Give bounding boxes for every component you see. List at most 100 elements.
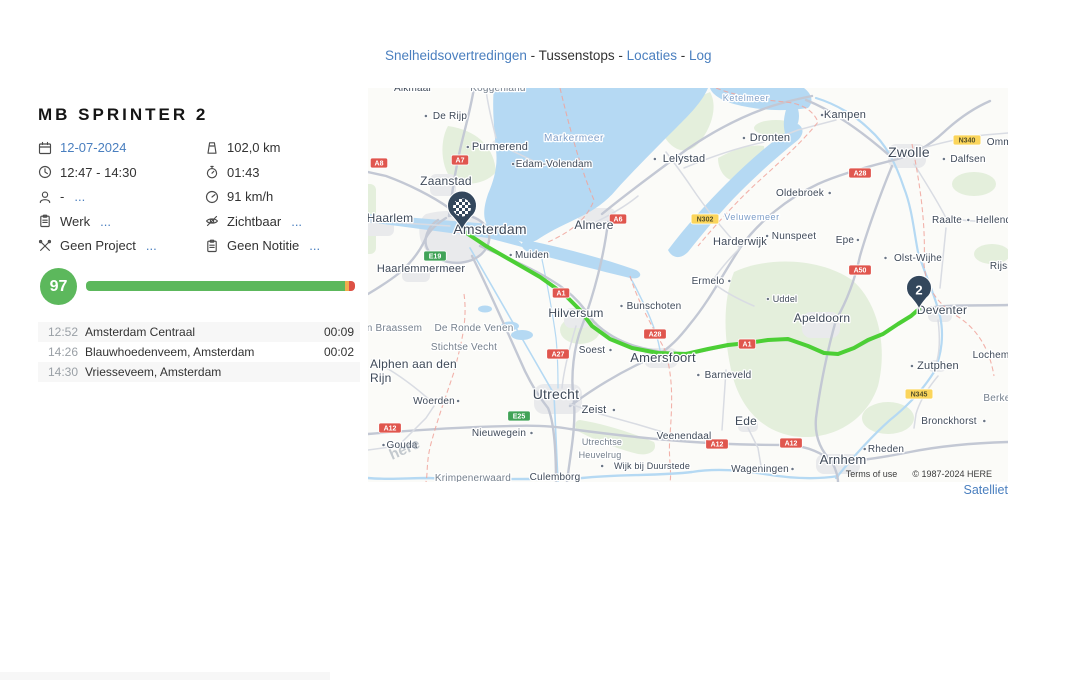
road-badge-E25: E25 bbox=[508, 411, 531, 421]
svg-text:E25: E25 bbox=[513, 414, 526, 421]
place-label-kaag-en-braassem: Kaag en Braassem bbox=[368, 323, 422, 334]
driver-value: - bbox=[60, 189, 64, 204]
svg-text:A28: A28 bbox=[649, 332, 662, 339]
driver-edit-link[interactable]: ... bbox=[74, 189, 85, 204]
map-canvas[interactable]: A8A7A6E19A1A27A28E25A12A1A12A12A28A50N30… bbox=[368, 88, 1008, 482]
road-badge-A1: A1 bbox=[738, 339, 755, 349]
nav-separator: - bbox=[527, 48, 539, 63]
place-label-stichtse-vecht: Stichtse Vecht bbox=[431, 342, 497, 353]
road-badge-A12: A12 bbox=[379, 423, 402, 433]
place-label-utrecht: Utrecht bbox=[533, 386, 580, 402]
place-label-nieuwegein: Nieuwegein bbox=[472, 428, 526, 439]
stop-row[interactable]: 14:30Vriesseveem, Amsterdam bbox=[38, 362, 360, 382]
duration-field: 01:43 bbox=[205, 165, 368, 180]
stop-loc: Amsterdam Centraal bbox=[85, 325, 320, 339]
score-badge: 97 bbox=[40, 268, 77, 305]
note-value: Geen Notitie bbox=[227, 238, 299, 253]
terms-of-use-link[interactable]: Terms of use bbox=[846, 469, 898, 479]
bottom-strip bbox=[0, 672, 330, 680]
category-field: Werk... bbox=[38, 214, 205, 229]
stop-time: 12:52 bbox=[38, 325, 85, 339]
place-label-culemborg: Culemborg bbox=[530, 472, 581, 482]
road-badge-N340: N340 bbox=[953, 135, 981, 145]
place-label-dalfsen: Dalfsen bbox=[950, 154, 985, 165]
place-label-alkmaar: Alkmaar bbox=[394, 88, 433, 94]
svg-text:2: 2 bbox=[915, 283, 922, 298]
road-badge-E19: E19 bbox=[424, 251, 447, 261]
road-badge-A50: A50 bbox=[849, 265, 872, 275]
stop-row[interactable]: 12:52Amsterdam Centraal00:09 bbox=[38, 322, 360, 342]
date-link[interactable]: 12-07-2024 bbox=[60, 140, 127, 155]
svg-text:E19: E19 bbox=[429, 254, 442, 261]
tools-icon bbox=[38, 239, 52, 253]
road-badge-A28: A28 bbox=[849, 168, 872, 178]
nav-item-log[interactable]: Log bbox=[689, 48, 712, 63]
map-copyright: © 1987-2024 HERE bbox=[912, 469, 992, 479]
place-label-wageningen: Wageningen bbox=[731, 464, 789, 475]
project-edit-link[interactable]: ... bbox=[146, 238, 157, 253]
project-field: Geen Project... bbox=[38, 238, 205, 253]
svg-text:A27: A27 bbox=[552, 352, 565, 359]
place-label-rheden: Rheden bbox=[868, 444, 904, 455]
place-label-rijssen: Rijssen bbox=[990, 261, 1008, 272]
user-icon bbox=[38, 190, 52, 204]
place-label-lelystad: Lelystad bbox=[663, 153, 706, 165]
place-label-de-rijp: De Rijp bbox=[433, 111, 467, 122]
clock-icon bbox=[38, 165, 52, 179]
road-badge-A7: A7 bbox=[451, 155, 468, 165]
water-label-ketelmeer: Ketelmeer bbox=[723, 93, 769, 103]
road-badge-A27: A27 bbox=[547, 349, 570, 359]
place-label-ede: Ede bbox=[735, 414, 757, 428]
road-badge-N302: N302 bbox=[691, 214, 719, 224]
stop-dur: 00:02 bbox=[320, 345, 360, 359]
trip-tabs-nav: Snelheidsovertredingen - Tussenstops - L… bbox=[385, 48, 712, 63]
bar-segment-red bbox=[349, 281, 355, 291]
road-badge-A12: A12 bbox=[780, 438, 803, 448]
svg-text:A28: A28 bbox=[854, 171, 867, 178]
svg-text:A12: A12 bbox=[785, 441, 798, 448]
place-label-raalte: Raalte bbox=[932, 215, 962, 226]
place-label-haarlem: Haarlem bbox=[368, 211, 413, 225]
place-label-bronckhorst: Bronckhorst bbox=[921, 416, 977, 427]
place-label-heuvelrug: Heuvelrug bbox=[579, 450, 622, 460]
nav-separator: - bbox=[677, 48, 689, 63]
stop-row[interactable]: 14:26Blauwhoedenveem, Amsterdam00:02 bbox=[38, 342, 360, 362]
category-edit-link[interactable]: ... bbox=[100, 214, 111, 229]
place-label-lochem: Lochem bbox=[973, 350, 1008, 361]
calendar-icon bbox=[38, 141, 52, 155]
nav-separator: - bbox=[615, 48, 627, 63]
place-label-harderwijk: Harderwijk bbox=[713, 236, 767, 248]
driver-field: -... bbox=[38, 189, 205, 204]
svg-text:N340: N340 bbox=[959, 138, 976, 145]
water-label-markermeer: Markermeer bbox=[544, 133, 604, 144]
time-range-value: 12:47 - 14:30 bbox=[60, 165, 137, 180]
stops-list: 12:52Amsterdam Centraal00:0914:26Blauwho… bbox=[38, 322, 360, 382]
distance-icon bbox=[205, 141, 219, 155]
max-speed-value: 91 km/h bbox=[227, 189, 273, 204]
nav-item-tussenstops: Tussenstops bbox=[539, 48, 615, 63]
place-label-dronten: Dronten bbox=[750, 132, 791, 144]
nav-item-locaties[interactable]: Locaties bbox=[627, 48, 677, 63]
satellite-toggle[interactable]: Satelliet bbox=[964, 483, 1008, 497]
visibility-edit-link[interactable]: ... bbox=[291, 214, 302, 229]
place-label-zwolle: Zwolle bbox=[888, 144, 930, 160]
place-label-hellendoorn: Hellendoorn bbox=[976, 215, 1008, 226]
score-value: 97 bbox=[50, 278, 68, 296]
place-label-olst-wijhe: Olst-Wijhe bbox=[894, 253, 942, 264]
place-label-haarlemmermeer: Haarlemmermeer bbox=[377, 263, 466, 275]
map[interactable]: A8A7A6E19A1A27A28E25A12A1A12A12A28A50N30… bbox=[368, 88, 1008, 482]
project-value: Geen Project bbox=[60, 238, 136, 253]
note-edit-link[interactable]: ... bbox=[309, 238, 320, 253]
place-label-barneveld: Barneveld bbox=[705, 370, 752, 381]
svg-text:N302: N302 bbox=[697, 217, 714, 224]
svg-text:A12: A12 bbox=[711, 442, 724, 449]
place-label-woerden: Woerden bbox=[413, 396, 455, 407]
place-label-zaanstad: Zaanstad bbox=[420, 174, 472, 188]
date-field: 12-07-2024 bbox=[38, 140, 205, 155]
place-label-edam-volendam: Edam-Volendam bbox=[516, 159, 593, 170]
nav-item-snelheidsovertredingen[interactable]: Snelheidsovertredingen bbox=[385, 48, 527, 63]
place-label-wijk-bij-duurstede: Wijk bij Duurstede bbox=[614, 461, 690, 471]
svg-text:A7: A7 bbox=[456, 158, 465, 165]
stop-loc: Vriesseveem, Amsterdam bbox=[85, 365, 320, 379]
stop-dur: 00:09 bbox=[320, 325, 360, 339]
